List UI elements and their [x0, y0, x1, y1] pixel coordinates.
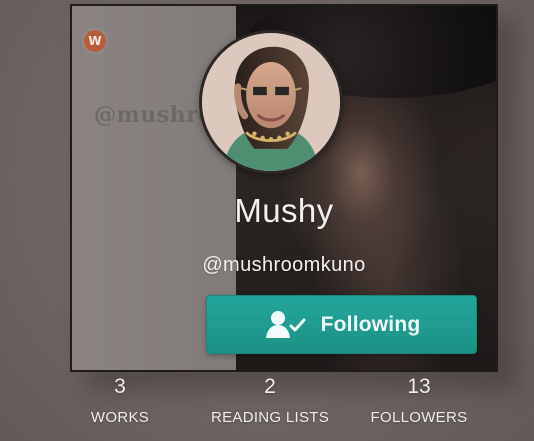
followers-count: 13 [407, 375, 431, 398]
profile-stats: 3 WORKS 2 READING LISTS 13 FOLLOWERS [0, 375, 534, 435]
stat-reading-lists[interactable]: 2 READING LISTS [195, 375, 345, 427]
wattpad-logo-icon: W [84, 30, 106, 52]
works-count: 3 [114, 375, 126, 398]
following-button-label: Following [320, 312, 421, 336]
background-handle-text: @mushro [94, 102, 214, 128]
avatar [202, 33, 340, 171]
profile-screen: W @mushro Mushy @mushroomkuno Following … [0, 0, 534, 441]
username: @mushroomkuno [202, 254, 366, 276]
profile-card: W @mushro Mushy @mushroomkuno Following [70, 4, 498, 372]
reading-lists-label: READING LISTS [210, 409, 330, 426]
reading-lists-count: 2 [264, 375, 276, 398]
works-label: WORKS [90, 409, 150, 426]
avatar-image [202, 33, 340, 171]
user-check-icon [265, 310, 306, 338]
stat-followers[interactable]: 13 FOLLOWERS [344, 375, 494, 427]
followers-label: FOLLOWERS [370, 409, 468, 426]
following-button[interactable]: Following [206, 295, 477, 354]
stat-works[interactable]: 3 WORKS [45, 375, 195, 427]
avatar-frame [199, 30, 343, 174]
display-name: Mushy [234, 192, 334, 229]
